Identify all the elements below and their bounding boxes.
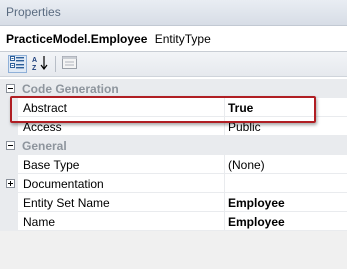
categorized-button[interactable]: [8, 55, 27, 73]
alphabetical-button[interactable]: A Z: [31, 55, 50, 73]
property-value[interactable]: (None): [228, 158, 265, 172]
toolbar-separator: [55, 56, 56, 72]
collapse-icon[interactable]: [6, 141, 15, 150]
svg-text:Z: Z: [32, 65, 37, 71]
properties-window-title: Properties: [0, 0, 347, 26]
property-name: Entity Set Name: [23, 196, 110, 210]
property-name: Abstract: [23, 101, 68, 115]
property-row-name[interactable]: Name Employee: [0, 212, 347, 231]
property-grid: Code Generation Abstract True Access Pub…: [0, 79, 347, 231]
categorized-icon: [10, 56, 25, 72]
expand-icon[interactable]: [6, 179, 15, 188]
object-name: PracticeModel.Employee: [6, 32, 148, 46]
properties-toolbar: A Z: [0, 52, 347, 77]
property-pages-icon: [62, 56, 77, 72]
collapse-icon[interactable]: [6, 84, 15, 93]
property-name: Documentation: [23, 177, 104, 191]
category-general[interactable]: General: [0, 136, 347, 155]
property-row-base-type[interactable]: Base Type (None): [0, 155, 347, 174]
category-label: Code Generation: [22, 82, 119, 96]
property-row-documentation[interactable]: Documentation: [0, 174, 347, 193]
category-label: General: [22, 139, 67, 153]
property-row-entity-set-name[interactable]: Entity Set Name Employee: [0, 193, 347, 212]
object-type: EntityType: [154, 32, 211, 46]
property-value[interactable]: True: [228, 101, 253, 115]
alphabetical-sort-icon: A Z: [32, 55, 50, 74]
description-pane: [0, 231, 347, 269]
property-pages-button[interactable]: [60, 55, 79, 73]
property-value[interactable]: Public: [228, 120, 261, 134]
property-name: Access: [23, 120, 62, 134]
property-name: Name: [23, 215, 56, 229]
property-value[interactable]: Employee: [228, 215, 285, 229]
property-value[interactable]: Employee: [228, 196, 285, 210]
property-row-abstract[interactable]: Abstract True: [0, 98, 347, 117]
object-selector[interactable]: PracticeModel.Employee EntityType: [0, 26, 347, 52]
svg-text:A: A: [32, 57, 37, 64]
property-name: Base Type: [23, 158, 80, 172]
property-row-access[interactable]: Access Public: [0, 117, 347, 136]
category-code-generation[interactable]: Code Generation: [0, 79, 347, 98]
